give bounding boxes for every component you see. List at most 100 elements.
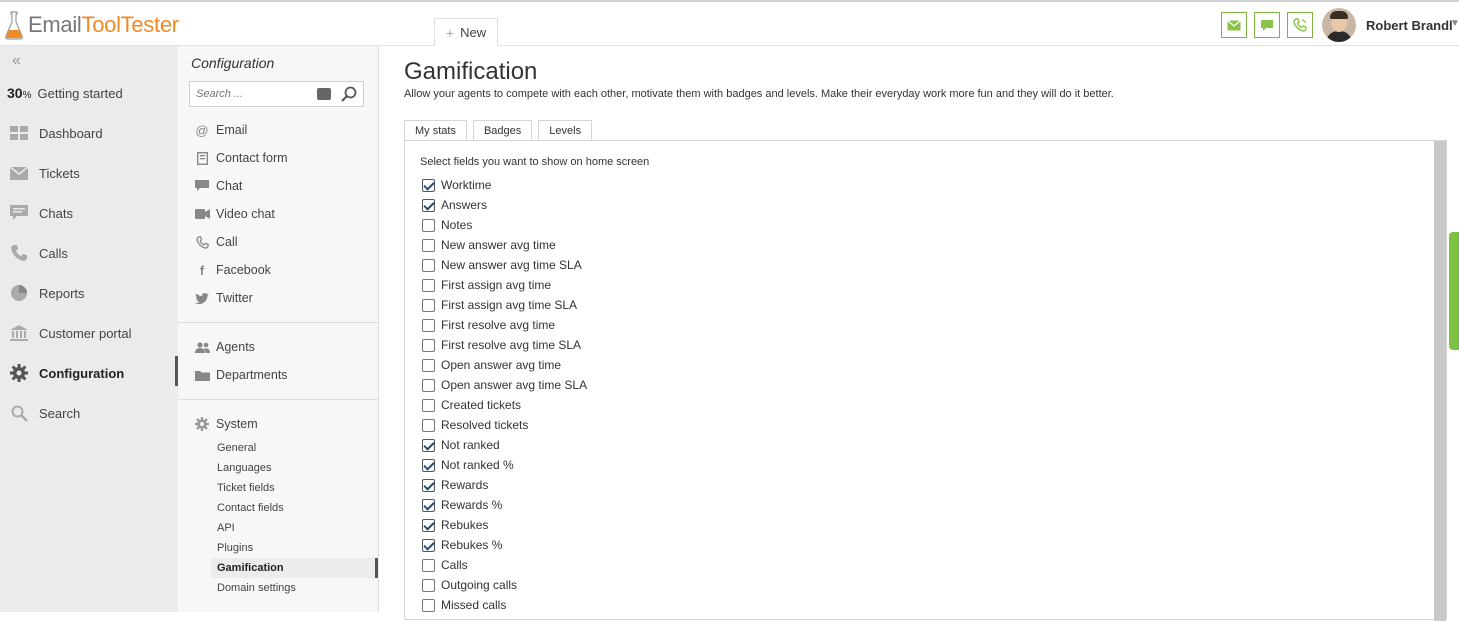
field-checkbox-row[interactable]: Notes [422, 215, 472, 235]
new-tab-button[interactable]: + New [434, 18, 498, 46]
user-name[interactable]: Robert Brandl [1366, 18, 1453, 33]
config-twitter[interactable]: Twitter [194, 287, 253, 309]
config-video-chat[interactable]: Video chat [194, 203, 275, 225]
config-search-input[interactable] [196, 88, 311, 100]
field-checkbox-row[interactable]: First resolve avg time [422, 315, 555, 335]
field-checkbox-row[interactable]: Rewards [422, 475, 488, 495]
checkbox-label: First resolve avg time [441, 318, 556, 332]
nav-reports[interactable]: Reports [0, 278, 178, 308]
checkbox[interactable] [422, 358, 435, 372]
channel-status-icons [1221, 12, 1313, 38]
envelope-icon [9, 164, 29, 182]
field-checkbox-row[interactable]: Rebukes % [422, 535, 502, 555]
field-checkbox-row[interactable]: Answers [422, 195, 487, 215]
system-api[interactable]: API [217, 519, 235, 537]
checkbox[interactable] [422, 278, 435, 292]
nav-dashboard[interactable]: Dashboard [0, 118, 178, 148]
chat-status-button[interactable] [1254, 12, 1280, 38]
tab-my-stats[interactable]: My stats [404, 120, 467, 142]
config-facebook[interactable]: f Facebook [194, 259, 271, 281]
field-checkbox-row[interactable]: Resolved tickets [422, 415, 528, 435]
checkbox[interactable] [422, 298, 435, 312]
field-checkbox-row[interactable]: First assign avg time [422, 275, 551, 295]
config-contact-form[interactable]: Contact form [194, 147, 288, 169]
field-checkbox-row[interactable]: Outgoing calls [422, 575, 517, 595]
field-checkbox-row[interactable]: New answer avg time SLA [422, 255, 582, 275]
nav-customer-portal[interactable]: Customer portal [0, 318, 178, 348]
checkbox[interactable] [422, 418, 435, 432]
config-chat[interactable]: Chat [194, 175, 242, 197]
checkbox[interactable] [422, 198, 435, 212]
config-departments[interactable]: Departments [194, 364, 288, 386]
checkbox-label: New answer avg time SLA [441, 258, 582, 272]
checkbox[interactable] [422, 518, 435, 532]
nav-calls[interactable]: Calls [0, 238, 178, 268]
phone-status-button[interactable] [1287, 12, 1313, 38]
field-checkbox-row[interactable]: Not ranked [422, 435, 500, 455]
tab-levels[interactable]: Levels [538, 120, 593, 142]
scrollbar[interactable] [1434, 141, 1446, 621]
folder-icon [194, 370, 210, 381]
collapse-sidebar-icon[interactable]: « [12, 52, 21, 70]
checkbox-label: Worktime [441, 178, 492, 192]
checkbox[interactable] [422, 478, 435, 492]
field-checkbox-row[interactable]: New answer avg time [422, 235, 556, 255]
config-email[interactable]: @ Email [194, 119, 247, 141]
field-checkbox-row[interactable]: Rebukes [422, 515, 488, 535]
checkbox[interactable] [422, 458, 435, 472]
brand-logo[interactable]: EmailToolTester [4, 8, 179, 42]
system-ticket-fields[interactable]: Ticket fields [217, 479, 275, 497]
field-checkbox-row[interactable]: Created tickets [422, 395, 521, 415]
system-languages[interactable]: Languages [217, 459, 271, 477]
checkbox[interactable] [422, 318, 435, 332]
field-checkbox-row[interactable]: Worktime [422, 175, 491, 195]
left-navigation: « 30% Getting started Dashboard Tickets … [0, 46, 178, 612]
checkbox-label: Open answer avg time [441, 358, 562, 372]
keyboard-icon[interactable] [317, 88, 331, 100]
avatar[interactable] [1322, 8, 1356, 42]
checkbox[interactable] [422, 218, 435, 232]
system-contact-fields[interactable]: Contact fields [217, 499, 284, 517]
checkbox[interactable] [422, 438, 435, 452]
nav-label: Search [39, 405, 81, 421]
checkbox[interactable] [422, 578, 435, 592]
field-checkbox-row[interactable]: Not ranked % [422, 455, 514, 475]
system-plugins[interactable]: Plugins [217, 539, 253, 557]
config-call[interactable]: Call [194, 231, 238, 253]
chevron-down-icon[interactable]: ▼ [1450, 18, 1459, 29]
system-gamification[interactable]: Gamification [217, 559, 284, 577]
checkbox[interactable] [422, 498, 435, 512]
tab-badges[interactable]: Badges [472, 120, 533, 142]
search-icon[interactable] [341, 86, 357, 102]
nav-search[interactable]: Search [0, 398, 178, 428]
chat-bubble-icon [194, 180, 210, 192]
checkbox[interactable] [422, 378, 435, 392]
checkbox[interactable] [422, 338, 435, 352]
checkbox[interactable] [422, 558, 435, 572]
checkbox[interactable] [422, 538, 435, 552]
field-checkbox-row[interactable]: Open answer avg time SLA [422, 375, 587, 395]
system-domain-settings[interactable]: Domain settings [217, 579, 296, 597]
nav-getting-started[interactable]: 30% Getting started [0, 78, 178, 108]
field-checkbox-row[interactable]: First assign avg time SLA [422, 295, 577, 315]
checkbox[interactable] [422, 238, 435, 252]
checkbox[interactable] [422, 178, 435, 192]
checkbox-label: Missed calls [441, 598, 507, 612]
field-checkbox-row[interactable]: Rewards % [422, 495, 502, 515]
field-checkbox-row[interactable]: Calls [422, 555, 468, 575]
config-system[interactable]: System [194, 413, 258, 435]
nav-tickets[interactable]: Tickets [0, 158, 178, 188]
checkbox[interactable] [422, 258, 435, 272]
config-agents[interactable]: Agents [194, 336, 255, 358]
nav-chats[interactable]: Chats [0, 198, 178, 228]
email-status-button[interactable] [1221, 12, 1247, 38]
nav-configuration[interactable]: Configuration [0, 358, 178, 388]
field-checkbox-row[interactable]: Open answer avg time [422, 355, 561, 375]
field-checkbox-row[interactable]: Missed calls [422, 595, 506, 615]
system-general[interactable]: General [217, 439, 256, 457]
checkbox[interactable] [422, 598, 435, 612]
side-feedback-tab[interactable] [1449, 232, 1459, 350]
field-checkbox-row[interactable]: First resolve avg time SLA [422, 335, 581, 355]
checkbox-label: First assign avg time SLA [441, 298, 578, 312]
checkbox[interactable] [422, 398, 435, 412]
